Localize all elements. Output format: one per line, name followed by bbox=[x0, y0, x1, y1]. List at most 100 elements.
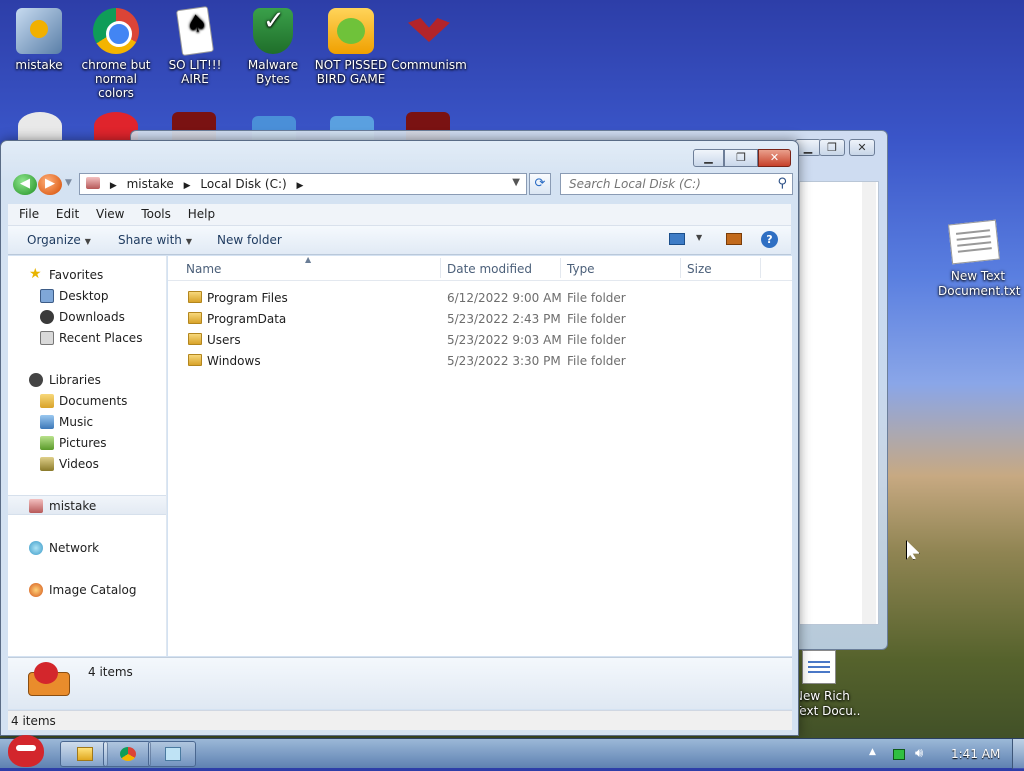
search-box[interactable]: ⚲ bbox=[560, 173, 793, 195]
change-view-icon[interactable] bbox=[669, 233, 685, 245]
taskbar-explorer-button[interactable] bbox=[60, 741, 108, 767]
nav-libraries[interactable]: Libraries bbox=[8, 370, 166, 390]
nav-favorites[interactable]: ★ Favorites bbox=[8, 265, 166, 285]
help-icon[interactable]: ? bbox=[761, 231, 778, 248]
breadcrumb-item[interactable]: mistake bbox=[127, 177, 174, 191]
desktop-icon-label[interactable]: New Text Document.txt bbox=[938, 269, 1021, 299]
column-divider[interactable] bbox=[680, 258, 681, 278]
chevron-right-icon[interactable]: ▶ bbox=[297, 181, 304, 191]
downloads-icon bbox=[40, 310, 54, 324]
desktop-icon-label[interactable]: New Rich Text Docu... bbox=[800, 689, 860, 719]
close-button[interactable]: ✕ bbox=[758, 149, 791, 167]
file-type: File folder bbox=[567, 354, 626, 368]
minimize-button[interactable]: ▁ bbox=[693, 149, 724, 167]
preview-pane-icon[interactable] bbox=[726, 233, 742, 245]
show-hidden-icons-icon[interactable]: ▲ bbox=[869, 747, 876, 757]
taskbar-chrome-button[interactable] bbox=[103, 741, 151, 767]
recent-pages-dropdown-icon[interactable]: ▼ bbox=[65, 178, 72, 188]
chevron-right-icon[interactable]: ▶ bbox=[110, 181, 117, 191]
playing-cards-icon bbox=[175, 5, 215, 57]
text-document-icon[interactable] bbox=[948, 219, 1000, 265]
explorer-window[interactable]: ▁ ❐ ✕ ◀ ▶ ▼ ▶ mistake ▶ Local Disk (C:) … bbox=[0, 140, 799, 736]
shield-check-icon bbox=[253, 8, 293, 54]
desktop-icon-communism[interactable]: Communism bbox=[390, 8, 468, 72]
back-button[interactable]: ◀ bbox=[13, 174, 37, 195]
desktop-icon-mistake[interactable]: mistake bbox=[0, 8, 78, 72]
new-folder-button[interactable]: New folder bbox=[217, 233, 282, 247]
scrollbar[interactable] bbox=[862, 182, 876, 624]
network-tray-icon[interactable] bbox=[893, 749, 905, 760]
nav-videos[interactable]: Videos bbox=[8, 454, 166, 474]
start-button[interactable] bbox=[2, 731, 48, 771]
desktop-icon-malware-bytes[interactable]: Malware Bytes bbox=[234, 8, 312, 86]
table-row[interactable]: Users 5/23/2022 9:03 AM File folder bbox=[168, 329, 788, 350]
nav-computer[interactable]: mistake bbox=[8, 495, 166, 515]
refresh-button[interactable]: ⟳ bbox=[529, 173, 551, 195]
chevron-right-icon[interactable]: ▶ bbox=[184, 181, 191, 191]
taskbar-notepad-button[interactable] bbox=[148, 741, 196, 767]
column-header-type[interactable]: Type bbox=[567, 262, 595, 276]
desktop-icon-chrome[interactable]: chrome but normal colors bbox=[77, 8, 155, 100]
show-desktop-button[interactable] bbox=[1012, 739, 1024, 769]
maximize-button[interactable]: ❐ bbox=[724, 149, 758, 167]
nav-downloads[interactable]: Downloads bbox=[8, 307, 166, 327]
chrome-icon bbox=[120, 747, 136, 761]
column-divider[interactable] bbox=[440, 258, 441, 278]
status-bar: 4 items bbox=[8, 710, 792, 730]
nav-recent-places[interactable]: Recent Places bbox=[8, 328, 166, 348]
angry-bird-start-icon bbox=[8, 735, 44, 767]
nav-image-catalog[interactable]: Image Catalog bbox=[8, 580, 166, 600]
desktop-icon-label: chrome but normal colors bbox=[81, 58, 151, 100]
file-type: File folder bbox=[567, 312, 626, 326]
forward-button[interactable]: ▶ bbox=[38, 174, 62, 195]
share-with-label: Share with bbox=[118, 233, 182, 247]
menu-bar: File Edit View Tools Help bbox=[8, 204, 791, 226]
network-icon bbox=[29, 541, 43, 555]
angry-bird-drive-icon bbox=[26, 662, 72, 702]
maximize-button[interactable]: ❐ bbox=[819, 139, 845, 156]
share-with-button[interactable]: Share with ▼ bbox=[118, 233, 192, 247]
search-icon[interactable]: ⚲ bbox=[777, 176, 787, 191]
file-date: 5/23/2022 3:30 PM bbox=[447, 354, 561, 368]
column-header-name[interactable]: Name bbox=[186, 262, 221, 276]
column-divider[interactable] bbox=[760, 258, 761, 278]
table-row[interactable]: Windows 5/23/2022 3:30 PM File folder bbox=[168, 350, 788, 371]
menu-tools[interactable]: Tools bbox=[130, 204, 177, 221]
desktop-icon-bird-game[interactable]: NOT PISSED BIRD GAME bbox=[312, 8, 390, 86]
search-input[interactable] bbox=[567, 175, 767, 193]
organize-button[interactable]: Organize ▼ bbox=[27, 233, 91, 247]
nav-desktop[interactable]: Desktop bbox=[8, 286, 166, 306]
green-pig-icon bbox=[328, 8, 374, 54]
nav-network[interactable]: Network bbox=[8, 538, 166, 558]
taskbar: ▲ 🔊︎ 1:41 AM bbox=[0, 735, 1024, 769]
table-row[interactable]: Program Files 6/12/2022 9:00 AM File fol… bbox=[168, 287, 788, 308]
close-button[interactable]: ✕ bbox=[849, 139, 875, 156]
recent-places-icon bbox=[40, 331, 54, 345]
nav-pictures[interactable]: Pictures bbox=[8, 433, 166, 453]
table-row[interactable]: ProgramData 5/23/2022 2:43 PM File folde… bbox=[168, 308, 788, 329]
desktop-icon-so-lit-aire[interactable]: SO LIT!!! AIRE bbox=[156, 5, 234, 86]
column-header-size[interactable]: Size bbox=[687, 262, 712, 276]
volume-icon[interactable]: 🔊︎ bbox=[915, 746, 923, 761]
nav-documents[interactable]: Documents bbox=[8, 391, 166, 411]
details-pane: 4 items bbox=[8, 657, 792, 709]
address-bar[interactable]: ▶ mistake ▶ Local Disk (C:) ▶ ▼ bbox=[79, 173, 527, 195]
clock[interactable]: 1:41 AM bbox=[951, 747, 1000, 761]
partial-desktop-icon[interactable] bbox=[18, 112, 62, 140]
menu-view[interactable]: View bbox=[85, 204, 130, 221]
file-date: 5/23/2022 9:03 AM bbox=[447, 333, 562, 347]
caret-down-icon[interactable]: ▼ bbox=[696, 233, 702, 242]
file-type: File folder bbox=[567, 333, 626, 347]
column-header-date-modified[interactable]: Date modified bbox=[447, 262, 532, 276]
column-divider[interactable] bbox=[560, 258, 561, 278]
chevron-down-icon[interactable]: ▼ bbox=[512, 177, 520, 188]
menu-file[interactable]: File bbox=[8, 204, 45, 221]
nav-music[interactable]: Music bbox=[8, 412, 166, 432]
image-catalog-icon bbox=[29, 583, 43, 597]
rich-text-document-icon[interactable] bbox=[802, 650, 836, 684]
menu-help[interactable]: Help bbox=[177, 204, 221, 221]
breadcrumb-item[interactable]: Local Disk (C:) bbox=[200, 177, 286, 191]
organize-label: Organize bbox=[27, 233, 81, 247]
menu-edit[interactable]: Edit bbox=[45, 204, 85, 221]
desktop-icon-label: mistake bbox=[15, 58, 63, 72]
